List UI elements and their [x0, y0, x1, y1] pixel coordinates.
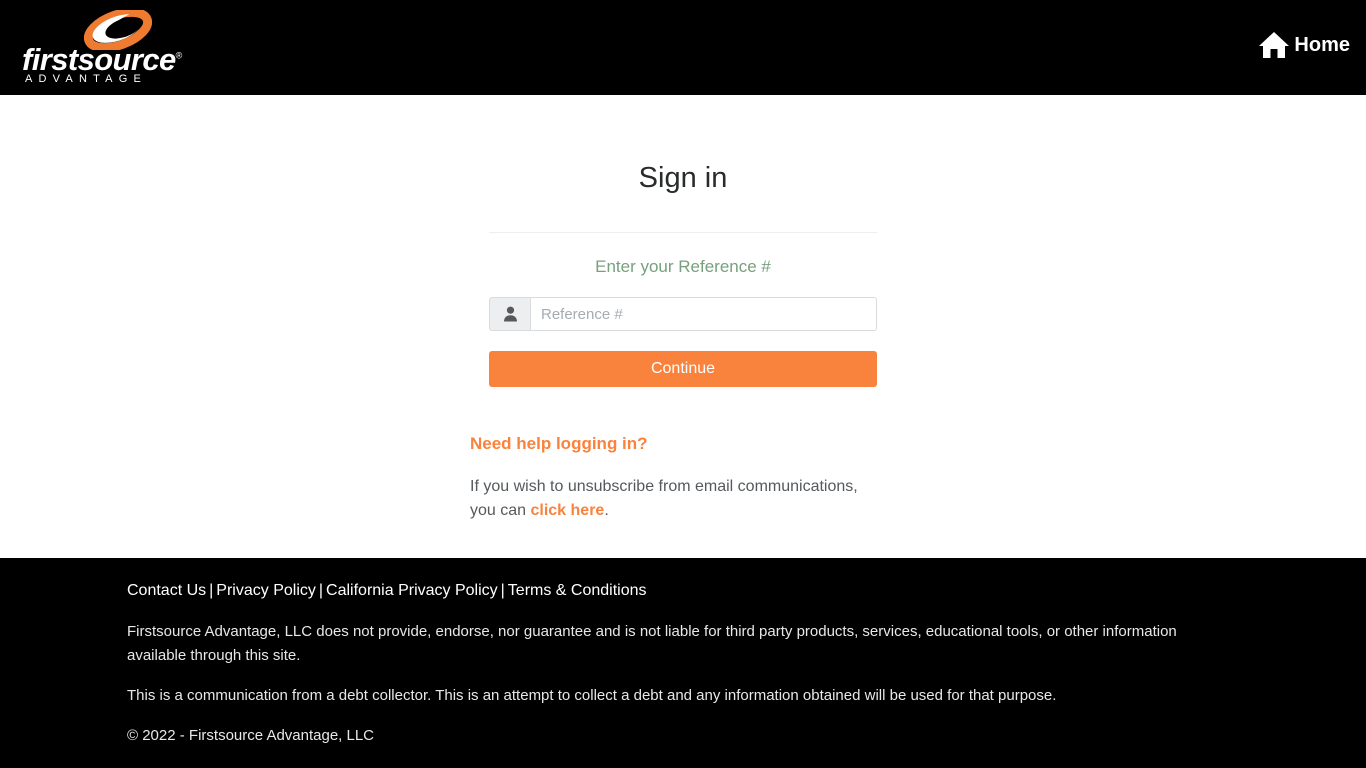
- help-section: Need help logging in? If you wish to uns…: [470, 387, 880, 523]
- footer-link-privacy-policy[interactable]: Privacy Policy: [216, 582, 316, 599]
- logo-wordmark: firstsource®: [22, 44, 182, 75]
- person-icon-addon: [489, 297, 530, 331]
- footer-debt-notice: This is a communication from a debt coll…: [127, 687, 1057, 704]
- footer-links: Contact Us | Privacy Policy | California Pri…: [127, 558, 1366, 599]
- footer-separator: |: [209, 582, 214, 599]
- reference-input-group: [489, 297, 877, 331]
- unsubscribe-text-tail: .: [604, 502, 609, 519]
- help-title: Need help logging in?: [470, 434, 648, 453]
- site-footer: Contact Us | Privacy Policy | California Pri…: [0, 558, 1366, 768]
- footer-copyright: © 2022 - Firstsource Advantage, LLC: [127, 727, 375, 744]
- home-label: Home: [1294, 33, 1350, 56]
- logo-registered-mark: ®: [175, 50, 183, 61]
- logo-subtitle: ADVANTAGE: [25, 73, 148, 85]
- reference-label: Enter your Reference #: [595, 257, 771, 276]
- continue-button[interactable]: Continue: [489, 351, 877, 387]
- logo-word-text: firstsource: [22, 42, 176, 77]
- footer-separator: |: [500, 582, 505, 599]
- footer-link-terms-conditions[interactable]: Terms & Conditions: [508, 582, 647, 599]
- unsubscribe-text-lead: If you wish to unsubscribe from email co…: [470, 478, 858, 519]
- home-link[interactable]: Home: [1258, 30, 1350, 60]
- page-title: Sign in: [638, 162, 728, 194]
- footer-link-california-privacy-policy[interactable]: California Privacy Policy: [326, 582, 498, 599]
- footer-disclaimer: Firstsource Advantage, LLC does not prov…: [127, 623, 1177, 664]
- home-icon: [1259, 32, 1290, 58]
- unsubscribe-text: If you wish to unsubscribe from email co…: [470, 452, 880, 523]
- reference-input[interactable]: [530, 297, 877, 331]
- person-icon: [503, 306, 517, 322]
- footer-separator: |: [318, 582, 324, 599]
- signin-panel: Sign in Enter your Reference # Continue …: [0, 95, 1366, 523]
- footer-link-contact-us[interactable]: Contact Us: [127, 582, 206, 599]
- brand-logo[interactable]: firstsource® ADVANTAGE: [22, 8, 182, 86]
- main-content: Sign in Enter your Reference # Continue …: [0, 95, 1366, 558]
- click-here-link[interactable]: click here: [530, 502, 604, 519]
- site-header: firstsource® ADVANTAGE Home: [0, 0, 1366, 95]
